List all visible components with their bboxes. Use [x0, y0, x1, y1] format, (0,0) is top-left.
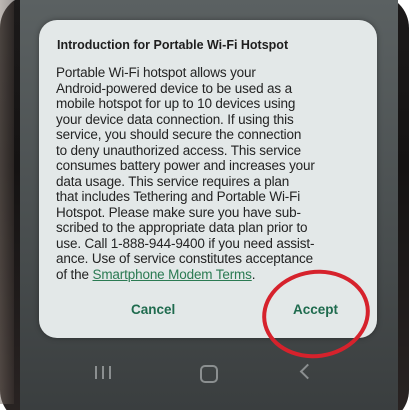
body-line-suffix: .	[251, 266, 256, 282]
navigation-bar	[20, 355, 398, 410]
back-icon[interactable]	[299, 363, 316, 380]
smartphone-modem-terms-link[interactable]: Smartphone Modem Terms	[92, 267, 251, 282]
cancel-button[interactable]: Cancel	[131, 302, 175, 317]
body-line-prefix: of the	[56, 266, 93, 282]
body-line: Android-powered device to be used as a	[56, 80, 292, 96]
body-line: to deny unauthorized access. This servic…	[56, 142, 301, 158]
phone-rim	[0, 0, 14, 404]
body-line: scribed to the appropriate data plan pri…	[56, 220, 308, 235]
home-icon[interactable]	[200, 365, 218, 383]
recents-icon[interactable]	[95, 366, 115, 380]
body-line: data usage. This service requires a plan	[56, 173, 290, 189]
body-line: consumes battery power and increases you…	[56, 158, 315, 173]
body-line: Hotspot. Please make sure you have sub-	[56, 204, 301, 220]
dialog-body: Portable Wi-Fi hotspot allows your Andro…	[56, 65, 372, 282]
body-line: use. Call 1-888-944-9400 if you need ass…	[56, 235, 315, 251]
dialog-title: Introduction for Portable Wi-Fi Hotspot	[57, 38, 289, 52]
phone-screen: Introduction for Portable Wi-Fi Hotspot …	[20, 0, 398, 410]
body-line: mobile hotspot for up to 10 devices usin…	[56, 96, 296, 111]
body-line: your device data connection. If using th…	[56, 111, 294, 127]
body-line-last: of the Smartphone Modem Terms.	[56, 267, 372, 283]
body-line: Portable Wi-Fi hotspot allows your	[56, 65, 256, 80]
body-line: service, you should secure the connectio…	[56, 127, 302, 142]
body-line: that includes Tethering and Portable Wi-…	[56, 189, 301, 204]
photo-stage: Introduction for Portable Wi-Fi Hotspot …	[0, 0, 409, 410]
body-line: ance. Use of service constitutes accepta…	[56, 251, 313, 266]
accept-button[interactable]: Accept	[293, 302, 338, 317]
hotspot-intro-dialog: Introduction for Portable Wi-Fi Hotspot …	[39, 20, 377, 338]
